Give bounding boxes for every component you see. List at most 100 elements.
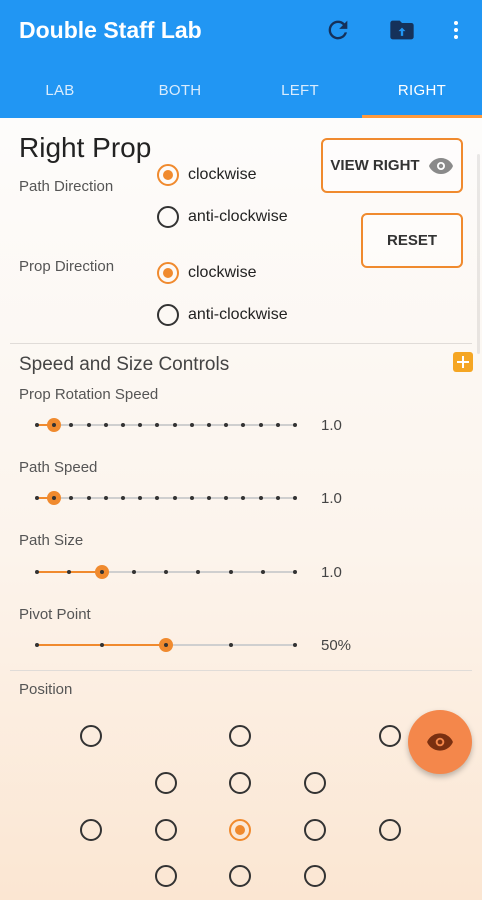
radio-label: clockwise [188, 166, 257, 183]
folder-upload-icon[interactable] [386, 14, 418, 46]
slider-tick [155, 423, 160, 427]
slider-tick [35, 570, 39, 574]
slider-tick [164, 570, 168, 574]
more-vert-icon[interactable] [440, 14, 472, 46]
path-size-slider[interactable] [35, 562, 297, 582]
radio-unselected[interactable] [157, 304, 179, 326]
slider-thumb[interactable] [47, 418, 62, 432]
section-title-speed: Speed and Size Controls [19, 354, 230, 375]
reset-button[interactable]: RESET [361, 213, 463, 268]
tab-lab[interactable]: LAB [0, 62, 120, 118]
slider-tick [103, 496, 108, 500]
slider-tick [155, 496, 160, 500]
slider-tick [260, 570, 265, 574]
slider-value: 1.0 [321, 564, 342, 581]
position-radio-mid-left[interactable] [155, 819, 177, 841]
slider-tick [258, 423, 263, 427]
pivot-point-slider[interactable] [35, 635, 297, 655]
slider-tick [69, 496, 74, 500]
add-icon[interactable] [453, 352, 473, 372]
tab-left[interactable]: LEFT [240, 62, 360, 118]
radio-selected[interactable] [157, 164, 179, 186]
position-radio-mid-right[interactable] [304, 819, 326, 841]
slider-value: 1.0 [321, 417, 342, 434]
slider-value: 1.0 [321, 490, 342, 507]
slider-tick [35, 423, 39, 427]
slider-tick [207, 496, 211, 500]
position-radio-upper-center[interactable] [229, 772, 251, 794]
prop-direction-clockwise[interactable]: clockwise [157, 260, 256, 286]
eye-icon [427, 733, 453, 751]
slider-tick [138, 423, 143, 427]
slider-thumb[interactable] [47, 491, 62, 505]
tab-bar: LAB BOTH LEFT RIGHT [0, 62, 482, 118]
position-radio-top-right[interactable] [379, 725, 401, 747]
slider-tick [224, 496, 229, 500]
slider-tick [131, 570, 136, 574]
slider-thumb[interactable] [94, 565, 109, 579]
refresh-icon[interactable] [322, 14, 354, 46]
position-radio-lower-right[interactable] [304, 865, 326, 887]
position-radio-mid-far-left[interactable] [80, 819, 102, 841]
slider-track [37, 497, 295, 499]
tab-label: BOTH [158, 81, 202, 99]
tab-label: LEFT [281, 81, 319, 99]
radio-unselected[interactable] [157, 206, 179, 228]
radio-label: clockwise [188, 264, 257, 281]
radio-selected[interactable] [157, 262, 179, 284]
path-speed-slider[interactable] [35, 488, 297, 508]
prop-rotation-speed-slider[interactable] [35, 415, 297, 435]
slider-thumb[interactable] [159, 638, 173, 652]
slider-tick [69, 423, 74, 427]
slider-tick [275, 423, 280, 427]
position-radio-lower-center[interactable] [229, 865, 251, 887]
scrollbar[interactable] [477, 154, 480, 354]
path-direction-clockwise[interactable]: clockwise [157, 162, 256, 188]
slider-tick [275, 496, 280, 500]
slider-tick [86, 496, 91, 500]
button-label: RESET [386, 232, 437, 249]
path-direction-label: Path Direction [19, 178, 114, 195]
app-bar: Double Staff Lab [0, 0, 482, 62]
radio-label: anti-clockwise [188, 306, 288, 323]
position-label: Position [19, 681, 73, 698]
divider [10, 670, 472, 671]
slider-tick [224, 423, 229, 427]
slider-tick [189, 496, 194, 500]
view-fab[interactable] [408, 710, 472, 774]
slider-tick [293, 496, 297, 500]
slider-tick [99, 643, 104, 647]
tab-right[interactable]: RIGHT [362, 62, 482, 118]
slider-tick [138, 496, 143, 500]
content-area[interactable]: Right Prop Path Direction clockwise anti… [0, 118, 482, 900]
position-radio-lower-left[interactable] [155, 865, 177, 887]
view-right-button[interactable]: VIEW RIGHT [321, 138, 463, 193]
slider-label-pivot-point: Pivot Point [19, 606, 91, 623]
position-radio-center[interactable] [229, 819, 251, 841]
slider-tick [196, 570, 201, 574]
position-radio-top-left[interactable] [80, 725, 102, 747]
slider-tick [35, 643, 39, 647]
divider [10, 343, 472, 344]
position-radio-top-center[interactable] [229, 725, 251, 747]
slider-tick [86, 423, 91, 427]
slider-tick [189, 423, 194, 427]
tab-both[interactable]: BOTH [120, 62, 240, 118]
path-direction-anticlockwise[interactable]: anti-clockwise [157, 204, 288, 230]
slider-tick [35, 496, 39, 500]
slider-tick [293, 423, 297, 427]
slider-label-path-speed: Path Speed [19, 459, 98, 476]
radio-label: anti-clockwise [188, 208, 288, 225]
button-label: VIEW RIGHT [330, 157, 420, 174]
prop-direction-anticlockwise[interactable]: anti-clockwise [157, 302, 288, 328]
slider-tick [207, 423, 211, 427]
app-title: Double Staff Lab [19, 17, 202, 43]
slider-tick [228, 643, 233, 647]
position-radio-upper-left[interactable] [155, 772, 177, 794]
slider-tick [241, 423, 246, 427]
position-radio-upper-right[interactable] [304, 772, 326, 794]
slider-tick [293, 570, 297, 574]
eye-icon [428, 157, 453, 174]
position-radio-mid-far-right[interactable] [379, 819, 401, 841]
prop-direction-label: Prop Direction [19, 258, 115, 275]
